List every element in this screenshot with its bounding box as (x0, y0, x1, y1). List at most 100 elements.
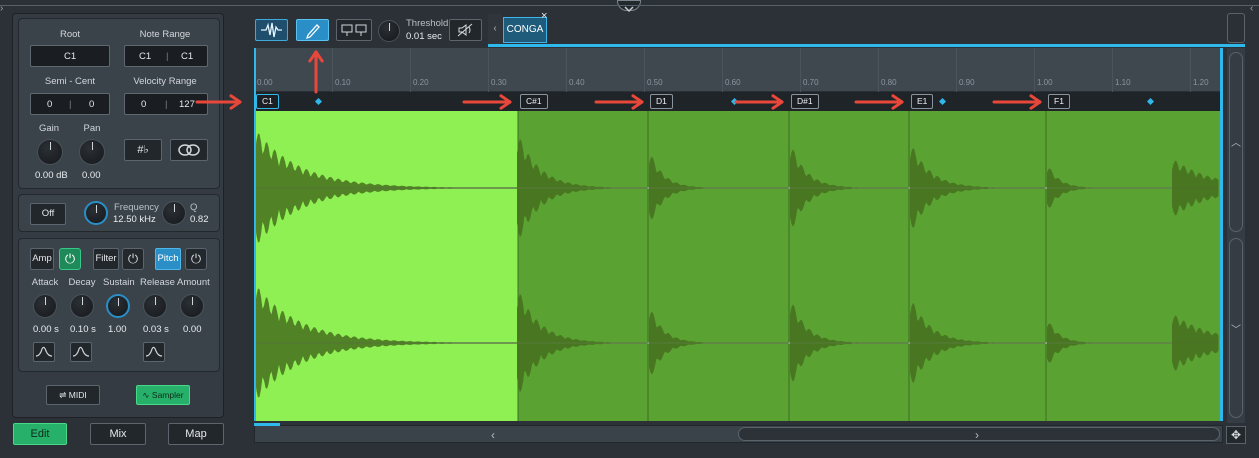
ruler-tick-label: 0.70 (803, 78, 819, 87)
tab-edit[interactable]: Edit (13, 423, 67, 445)
sustain-knob[interactable] (106, 294, 130, 318)
sharp-flat-icon: #♭ (137, 144, 149, 156)
zoom-down-arrow-icon[interactable]: ﹀ (1231, 321, 1241, 336)
slice-marker-bar[interactable]: C1 C#1 D1 D#1 E1 F1 (254, 92, 1220, 111)
frequency-value: 12.50 kHz (113, 214, 156, 225)
sample-tab-prev[interactable]: ‹ (488, 14, 502, 44)
gain-knob[interactable] (37, 139, 63, 165)
release-knob[interactable] (143, 294, 167, 318)
pitch-power-button[interactable]: ⏻ (185, 248, 207, 270)
gain-value: 0.00 dB (35, 170, 68, 181)
slice-marker-csharp1[interactable]: C#1 (520, 94, 548, 109)
sharp-flat-button[interactable]: #♭ (124, 139, 162, 161)
right-edge-arrow-icon[interactable]: ‹ (1250, 3, 1258, 17)
attack-value: 0.00 s (33, 324, 59, 335)
vertical-zoom-bar[interactable]: ︿ ﹀ (1227, 48, 1245, 423)
midi-button[interactable]: ⇌ MIDI (46, 385, 100, 405)
slice-handle-icon[interactable] (938, 97, 947, 106)
slice-marker-e1[interactable]: E1 (911, 94, 934, 109)
ruler-tick-label: 0.80 (881, 78, 897, 87)
waveform-view-button[interactable] (255, 19, 288, 41)
sample-editor[interactable]: 0.00 0.10 0.20 0.30 0.40 0.50 0.60 0.70 0.80 0.90… (254, 48, 1225, 423)
midi-icon: ⇌ (59, 390, 69, 400)
threshold-value: 0.01 sec (406, 31, 442, 42)
tab-mix[interactable]: Mix (90, 423, 146, 445)
frequency-knob[interactable] (84, 201, 108, 225)
amount-knob[interactable] (180, 294, 204, 318)
amount-label: Amount (177, 277, 210, 288)
close-tab-icon[interactable]: × (541, 10, 547, 22)
decay-curve-button[interactable] (70, 342, 92, 362)
filter-tab[interactable]: Filter (93, 248, 119, 270)
tab-map[interactable]: Map (168, 423, 224, 445)
curve-icon (35, 346, 53, 357)
attack-knob[interactable] (33, 294, 57, 318)
slice-marker-d1[interactable]: D1 (650, 94, 673, 109)
attack-curve-button[interactable] (33, 342, 55, 362)
filter-off-button[interactable]: Off (30, 203, 66, 225)
release-label: Release (140, 277, 175, 288)
velocity-range-field[interactable]: 0 | 127 (124, 93, 208, 115)
pencil-tool-button[interactable] (296, 19, 329, 41)
end-marker-line[interactable] (1220, 48, 1223, 421)
slice-region[interactable] (518, 111, 648, 421)
scroll-left-arrow-icon[interactable]: ‹ (491, 428, 495, 442)
slice-region[interactable] (909, 111, 1046, 421)
slice-tool-button[interactable] (336, 19, 372, 41)
slice-marker-f1[interactable]: F1 (1048, 94, 1070, 109)
semi-cent-field[interactable]: 0 | 0 (30, 93, 110, 115)
move-icon[interactable]: ✥ (1226, 426, 1246, 444)
top-divider (0, 5, 1259, 6)
root-label: Root (59, 29, 81, 40)
slice-handle-icon[interactable] (314, 97, 323, 106)
amp-tab[interactable]: Amp (30, 248, 54, 270)
decay-knob[interactable] (70, 294, 94, 318)
pan-value: 0.00 (82, 170, 101, 181)
waveform-icon: ∿ (142, 390, 152, 400)
note-range-field[interactable]: C1 | C1 (124, 45, 208, 67)
frequency-label: Frequency (114, 202, 159, 213)
q-value: 0.82 (190, 214, 209, 225)
amount-value: 0.00 (183, 324, 202, 335)
amp-power-button[interactable]: ⏻ (59, 248, 81, 270)
ruler-tick (488, 48, 489, 92)
ruler-tick-label: 1.00 (1037, 78, 1053, 87)
scroll-right-arrow-icon[interactable]: › (975, 428, 979, 442)
sampler-button[interactable]: ∿ Sampler (136, 385, 190, 405)
slice-handle-icon[interactable] (1146, 97, 1155, 106)
pitch-tab[interactable]: Pitch (155, 248, 181, 270)
mute-button[interactable] (449, 19, 482, 41)
zoom-up-arrow-icon[interactable]: ︿ (1231, 134, 1241, 149)
q-knob[interactable] (162, 201, 186, 225)
slice-marker-c1[interactable]: C1 (256, 94, 279, 109)
sustain-value: 1.00 (108, 324, 127, 335)
release-value: 0.03 s (143, 324, 169, 335)
threshold-knob[interactable] (378, 20, 400, 42)
slice-region[interactable] (648, 111, 789, 421)
release-curve-button[interactable] (143, 342, 165, 362)
slice-region[interactable] (254, 111, 518, 421)
ruler-tick (1034, 48, 1035, 92)
decay-label: Decay (68, 277, 96, 288)
waveform-display[interactable] (254, 111, 1220, 421)
filter-power-button[interactable]: ⏻ (122, 248, 144, 270)
right-scroll-top-button[interactable] (1227, 13, 1245, 43)
slice-icon (341, 24, 367, 36)
slice-marker-dsharp1[interactable]: D#1 (791, 94, 819, 109)
semi-cent-label: Semi - Cent (44, 76, 96, 87)
slice-region[interactable] (1046, 111, 1220, 421)
gain-label: Gain (38, 123, 60, 134)
pan-label: Pan (83, 123, 101, 134)
root-field[interactable]: C1 (30, 45, 110, 67)
pan-knob[interactable] (79, 139, 105, 165)
waveform-icon (261, 22, 282, 38)
slice-region[interactable] (789, 111, 909, 421)
slice-handle-icon[interactable] (730, 97, 739, 106)
scroll-thumb[interactable] (738, 427, 1220, 441)
ruler-tick-label: 0.20 (413, 78, 429, 87)
ruler-tick (332, 48, 333, 92)
ruler-tick-label: 0.40 (569, 78, 585, 87)
time-ruler[interactable]: 0.00 0.10 0.20 0.30 0.40 0.50 0.60 0.70 0.80 0.90… (254, 48, 1220, 92)
left-edge-arrow-icon[interactable]: › (0, 3, 8, 17)
link-loop-button[interactable] (170, 139, 208, 161)
